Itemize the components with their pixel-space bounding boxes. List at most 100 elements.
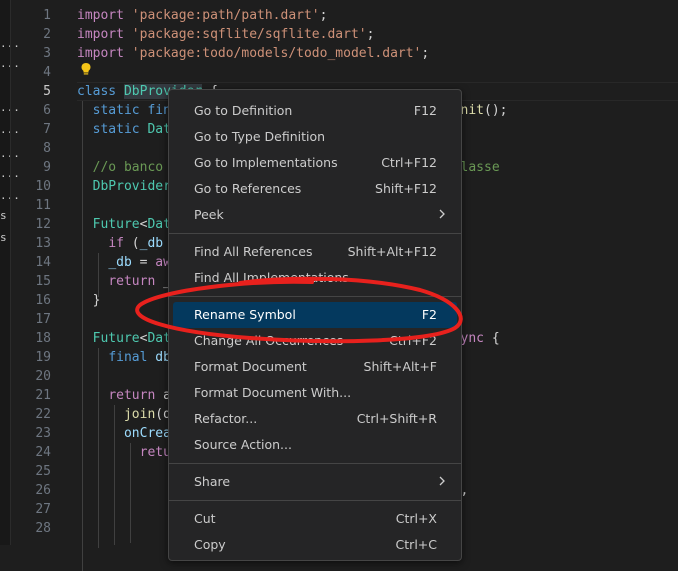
code-text: retu	[77, 443, 171, 462]
menu-item-share[interactable]: Share	[173, 469, 457, 495]
line-number: 22	[35, 407, 51, 422]
line-number: 13	[35, 236, 51, 251]
code-token: ;	[366, 27, 375, 42]
context-menu: Go to Definition F12 Go to Type Definition…	[168, 89, 462, 561]
line-number: 9	[43, 160, 51, 175]
menu-item-go-to-references[interactable]: Go to References Shift+F12	[173, 176, 457, 202]
menu-item-peek[interactable]: Peek	[173, 202, 457, 228]
menu-item-shortcut: Shift+Alt+F12	[347, 244, 437, 259]
code-token: (	[123, 236, 140, 251]
code-text: import 'package:path/path.dart';	[77, 6, 327, 25]
indent-guide	[82, 101, 83, 571]
indent-guide	[130, 443, 131, 543]
code-line[interactable]: 2 import 'package:sqflite/sqflite.dart';	[11, 25, 678, 44]
menu-item-shortcut: F12	[413, 103, 437, 118]
menu-item-label: Go to Definition	[194, 103, 293, 118]
menu-item-source-action[interactable]: Source Action...	[173, 432, 457, 458]
code-token: _db	[139, 236, 164, 251]
menu-item-find-all-implementations[interactable]: Find All Implementations	[173, 265, 457, 291]
code-token: Future	[92, 217, 140, 232]
code-token: Future	[92, 331, 140, 346]
line-number: 15	[35, 274, 51, 289]
code-token: if	[108, 236, 124, 251]
code-token: _db	[108, 255, 132, 270]
menu-item-label: Refactor...	[194, 411, 258, 426]
line-number: 6	[43, 103, 51, 118]
code-token: 'package:sqflite/sqflite.dart'	[131, 27, 367, 42]
menu-separator	[169, 296, 461, 297]
code-token: ;	[319, 8, 328, 23]
line-number: 19	[35, 350, 51, 365]
code-line[interactable]: 4	[11, 63, 678, 82]
line-number: 23	[35, 426, 51, 441]
menu-item-shortcut: Ctrl+F12	[381, 155, 437, 170]
code-line[interactable]: 1 import 'package:path/path.dart';	[11, 6, 678, 25]
code-token: final	[108, 350, 148, 365]
menu-item-format-document-with[interactable]: Format Document With...	[173, 380, 457, 406]
sidebar-fragment: s	[0, 231, 7, 244]
menu-item-label: Rename Symbol	[194, 307, 296, 322]
menu-item-find-all-references[interactable]: Find All References Shift+Alt+F12	[173, 239, 457, 265]
menu-item-rename-symbol[interactable]: Rename Symbol F2	[173, 302, 457, 328]
menu-item-go-to-definition[interactable]: Go to Definition F12	[173, 98, 457, 124]
line-number: 20	[35, 369, 51, 384]
line-number: 12	[35, 217, 51, 232]
code-text: static Dat	[77, 120, 171, 139]
code-token: import	[77, 46, 124, 61]
menu-item-change-all-occurrences[interactable]: Change All Occurrences Ctrl+F2	[173, 328, 457, 354]
code-token: 'package:todo/models/todo_model.dart'	[131, 46, 422, 61]
line-number: 5	[43, 84, 51, 99]
code-token: class	[77, 84, 117, 99]
menu-item-go-to-type-definition[interactable]: Go to Type Definition	[173, 124, 457, 150]
code-token: return	[108, 388, 156, 403]
line-number: 10	[35, 179, 51, 194]
line-number: 2	[43, 27, 51, 42]
menu-item-format-document[interactable]: Format Document Shift+Alt+F	[173, 354, 457, 380]
code-token: {	[484, 331, 500, 346]
code-token: //o banco	[92, 160, 164, 175]
menu-item-label: Format Document With...	[194, 385, 352, 400]
code-token: import	[77, 27, 124, 42]
code-token: return	[108, 274, 156, 289]
line-number: 8	[43, 141, 51, 156]
menu-item-label: Change All Occurrences	[194, 333, 344, 348]
line-number: 21	[35, 388, 51, 403]
chevron-right-icon	[439, 476, 445, 486]
indent-guide	[98, 253, 99, 297]
code-text: import 'package:todo/models/todo_model.d…	[77, 44, 429, 63]
menu-item-label: Find All References	[194, 244, 313, 259]
menu-item-label: Find All Implementations	[194, 270, 349, 285]
menu-item-label: Go to Implementations	[194, 155, 338, 170]
menu-item-go-to-implementations[interactable]: Go to Implementations Ctrl+F12	[173, 150, 457, 176]
code-token: DbProvider	[92, 179, 171, 194]
code-token: ();	[484, 103, 508, 118]
menu-item-cut[interactable]: Cut Ctrl+X	[173, 506, 457, 532]
chevron-right-icon	[439, 209, 445, 219]
code-text: Future<Dat	[77, 215, 171, 234]
line-number: 26	[35, 483, 51, 498]
menu-item-copy[interactable]: Copy Ctrl+C	[173, 532, 457, 558]
code-text: return a	[77, 386, 171, 405]
line-number: 16	[35, 293, 51, 308]
sidebar-fragment: s	[0, 209, 7, 222]
menu-item-label: Go to Type Definition	[194, 129, 326, 144]
line-number: 11	[35, 198, 51, 213]
line-number: 17	[35, 312, 51, 327]
menu-item-label: Peek	[194, 207, 224, 222]
code-token: onCrea	[123, 426, 171, 441]
code-line[interactable]: 3 import 'package:todo/models/todo_model.…	[11, 44, 678, 63]
code-token: retu	[139, 445, 171, 460]
code-token: static	[92, 122, 140, 137]
indent-guide	[98, 348, 99, 548]
code-token: import	[77, 8, 124, 23]
menu-item-refactor[interactable]: Refactor... Ctrl+Shift+R	[173, 406, 457, 432]
code-text: }	[77, 291, 101, 310]
menu-item-shortcut: Shift+F12	[375, 181, 437, 196]
lightbulb-icon[interactable]	[80, 62, 92, 76]
